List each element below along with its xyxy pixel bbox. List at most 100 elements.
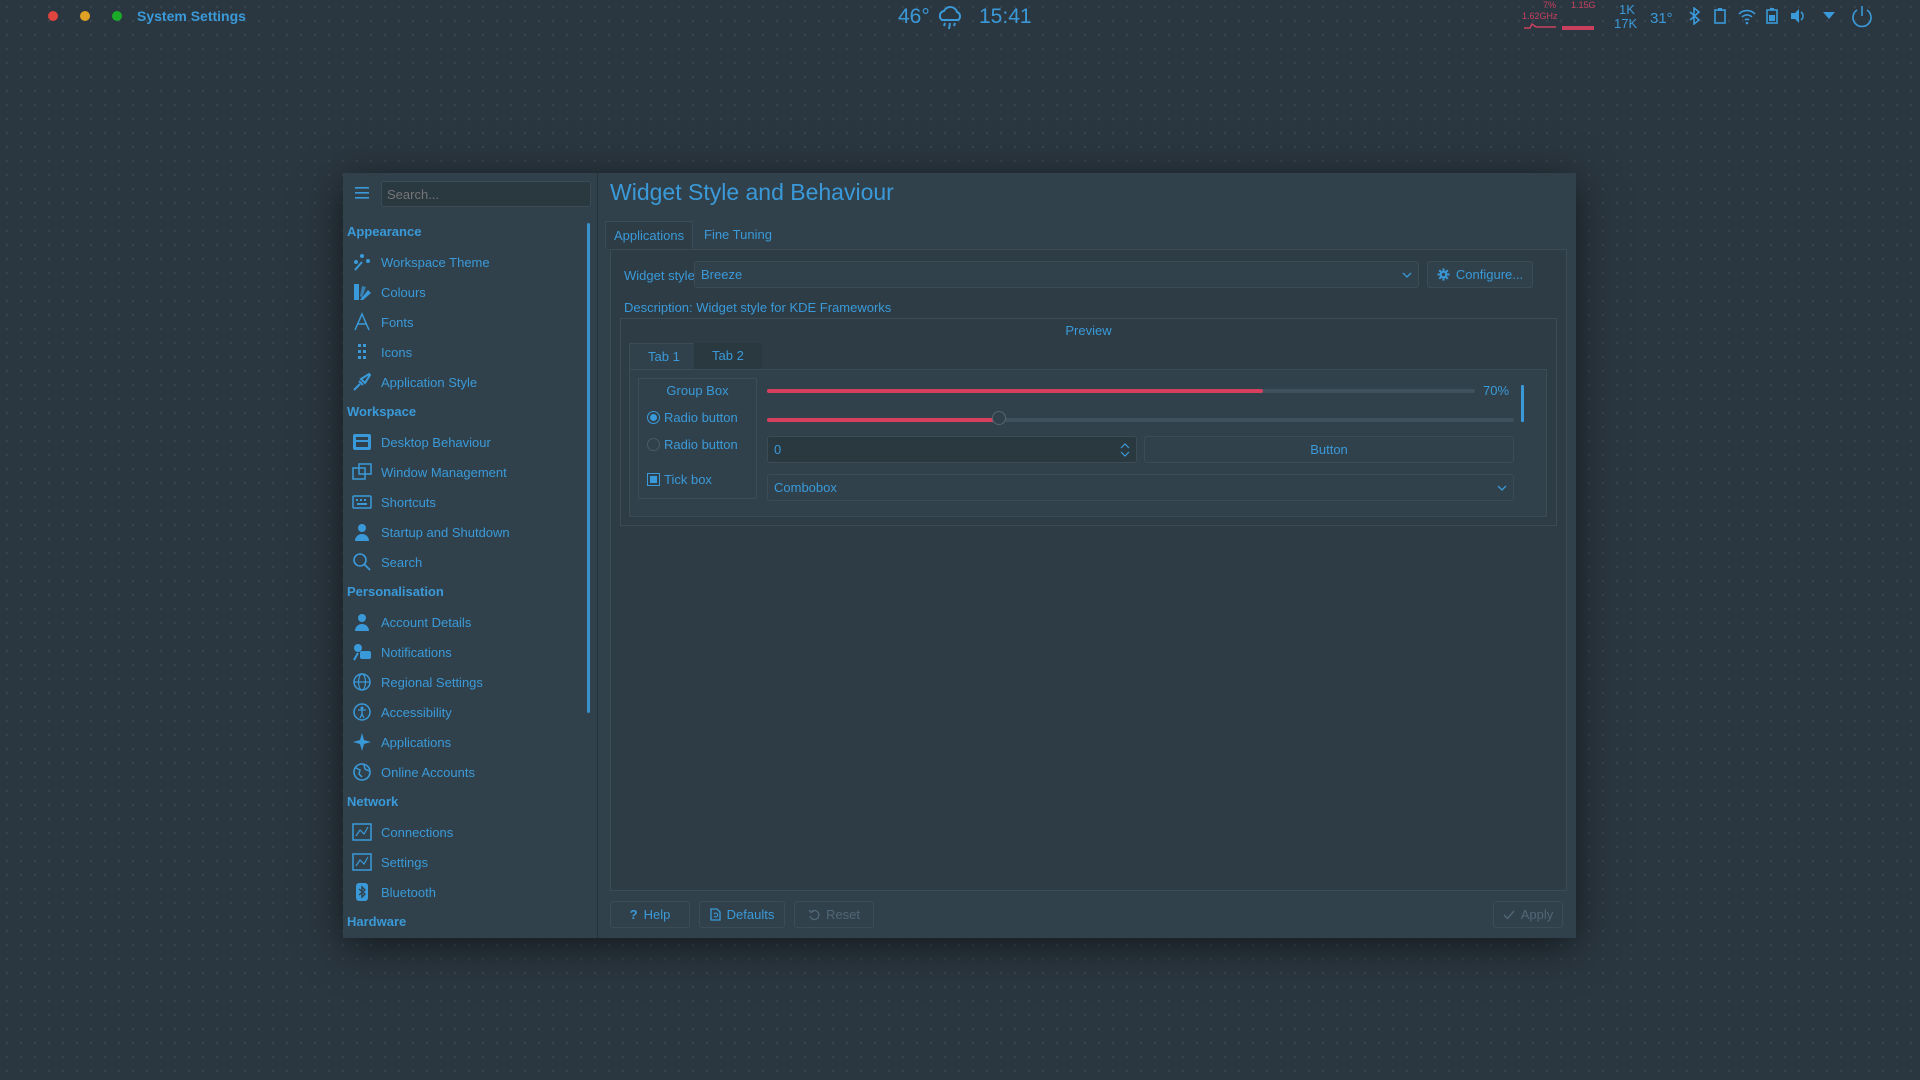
workspace-theme-icon <box>351 251 373 273</box>
sidebar-item-workspace-theme[interactable]: Workspace Theme <box>343 247 591 277</box>
sidebar-item-label: Application Style <box>381 374 478 390</box>
search-icon <box>351 551 373 573</box>
preview-frame: Preview Tab 1 Tab 2 Group Box Radio butt… <box>620 318 1557 526</box>
sidebar-item-startup-shutdown[interactable]: Startup and Shutdown <box>343 517 591 547</box>
preview-button[interactable]: Button <box>1144 436 1514 463</box>
radio-button-1-label[interactable]: Radio button <box>664 410 738 425</box>
radio-button-2[interactable] <box>647 438 660 451</box>
sidebar-item-label: Startup and Shutdown <box>381 524 510 540</box>
group-box-title: Group Box <box>666 383 729 398</box>
help-label: Help <box>643 907 671 922</box>
sidebar-item-accessibility[interactable]: Accessibility <box>343 697 591 727</box>
slider-handle[interactable] <box>991 411 1006 425</box>
sidebar-item-label: Search <box>381 554 423 570</box>
spinbox-value: 0 <box>774 442 782 457</box>
progress-bar <box>767 389 1475 393</box>
clock[interactable]: 15:41 <box>979 5 1032 29</box>
spinbox-arrows-icon[interactable] <box>1120 442 1130 458</box>
sidebar-item-colours[interactable]: Colours <box>343 277 591 307</box>
defaults-label: Defaults <box>726 907 775 922</box>
undo-icon <box>808 909 820 920</box>
sidebar-search-input[interactable] <box>381 181 591 207</box>
net-upload: 1K <box>1619 2 1635 17</box>
preview-button-label: Button <box>1310 442 1348 457</box>
sidebar-item-online-accounts[interactable]: Online Accounts <box>343 757 591 787</box>
wifi-icon[interactable] <box>1737 7 1757 25</box>
page-title: Widget Style and Behaviour <box>610 179 894 205</box>
sidebar-item-label: Regional Settings <box>381 674 483 690</box>
sidebar-item-connections[interactable]: Connections <box>343 817 591 847</box>
widget-style-value: Breeze <box>701 267 743 282</box>
preview-scrollbar[interactable] <box>1521 385 1524 422</box>
memory-bar <box>1562 26 1594 30</box>
slider-fill <box>767 418 999 422</box>
cpu-frequency: 1.62GHz <box>1522 11 1558 21</box>
sidebar-item-icons[interactable]: Icons <box>343 337 591 367</box>
sidebar-item-notifications[interactable]: Notifications <box>343 637 591 667</box>
tab-applications[interactable]: Applications <box>605 221 694 249</box>
cpu-graph <box>1524 22 1556 29</box>
widget-style-combobox[interactable]: Breeze <box>694 261 1419 288</box>
category-personalisation: Personalisation <box>347 584 444 599</box>
clipboard-icon[interactable] <box>1713 7 1727 25</box>
bluetooth-icon[interactable] <box>1688 7 1702 25</box>
apply-button[interactable]: Apply <box>1493 901 1563 928</box>
tick-box-label[interactable]: Tick box <box>664 472 712 487</box>
battery-icon[interactable] <box>1765 7 1779 25</box>
rain-cloud-icon[interactable] <box>935 4 965 32</box>
expand-arrow-icon[interactable] <box>1822 11 1836 21</box>
sidebar-scrollbar[interactable] <box>587 223 590 713</box>
preview-title: Preview <box>1065 323 1112 338</box>
sidebar-item-shortcuts[interactable]: Shortcuts <box>343 487 591 517</box>
sidebar-item-label: Account Details <box>381 614 472 630</box>
preview-tab-2[interactable]: Tab 2 <box>694 343 762 369</box>
sidebar-item-search[interactable]: Search <box>343 547 591 577</box>
top-panel: System Settings 46° 15:41 7% 1.62GHz 1.1… <box>0 0 1920 34</box>
power-icon[interactable] <box>1849 4 1875 30</box>
weather-temperature[interactable]: 46° <box>898 5 930 29</box>
configure-button[interactable]: Configure... <box>1427 261 1533 288</box>
radio-button-2-label[interactable]: Radio button <box>664 437 738 452</box>
memory-usage: 1.15G <box>1571 0 1596 10</box>
sidebar-item-applications[interactable]: Applications <box>343 727 591 757</box>
spinbox[interactable]: 0 <box>767 436 1137 463</box>
hamburger-menu-icon[interactable] <box>355 187 369 199</box>
network-settings-icon <box>351 851 373 873</box>
main-content: Widget Style and Behaviour Applications … <box>598 173 1576 938</box>
sidebar-item-fonts[interactable]: Fonts <box>343 307 591 337</box>
applications-icon <box>351 731 373 753</box>
preview-combobox[interactable]: Combobox <box>767 474 1514 501</box>
reset-button[interactable]: Reset <box>794 901 874 928</box>
sidebar-item-label: Window Management <box>381 464 507 480</box>
gear-icon <box>1437 268 1450 281</box>
icons-icon <box>351 341 373 363</box>
radio-button-1[interactable] <box>647 411 660 424</box>
sidebar-item-regional-settings[interactable]: Regional Settings <box>343 667 591 697</box>
preview-group-box: Group Box Radio button Radio button Tick… <box>638 378 757 499</box>
colours-icon <box>351 281 373 303</box>
fonts-icon <box>351 311 373 333</box>
minimize-window-dot[interactable] <box>80 11 90 21</box>
preview-tab-1[interactable]: Tab 1 <box>629 343 699 369</box>
defaults-button[interactable]: Defaults <box>699 901 785 928</box>
preview-tab-pane: Group Box Radio button Radio button Tick… <box>629 369 1547 517</box>
cpu-temperature: 31° <box>1650 10 1673 27</box>
close-window-dot[interactable] <box>48 11 58 21</box>
sidebar-item-desktop-behaviour[interactable]: Desktop Behaviour <box>343 427 591 457</box>
sidebar-item-application-style[interactable]: Application Style <box>343 367 591 397</box>
sidebar-item-account-details[interactable]: Account Details <box>343 607 591 637</box>
sidebar-item-network-settings[interactable]: Settings <box>343 847 591 877</box>
category-appearance: Appearance <box>347 224 422 239</box>
sidebar-item-label: Connections <box>381 824 454 840</box>
sidebar-item-bluetooth[interactable]: Bluetooth <box>343 877 591 907</box>
sidebar-item-label: Desktop Behaviour <box>381 434 491 450</box>
progress-bar-fill <box>767 389 1263 393</box>
tick-box[interactable] <box>647 473 660 486</box>
maximize-window-dot[interactable] <box>112 11 122 21</box>
sidebar-item-window-management[interactable]: Window Management <box>343 457 591 487</box>
volume-icon[interactable] <box>1789 7 1807 25</box>
slider[interactable] <box>767 411 1514 425</box>
tab-fine-tuning[interactable]: Fine Tuning <box>696 221 780 249</box>
bluetooth-icon <box>351 881 373 903</box>
help-button[interactable]: ? Help <box>610 901 690 928</box>
